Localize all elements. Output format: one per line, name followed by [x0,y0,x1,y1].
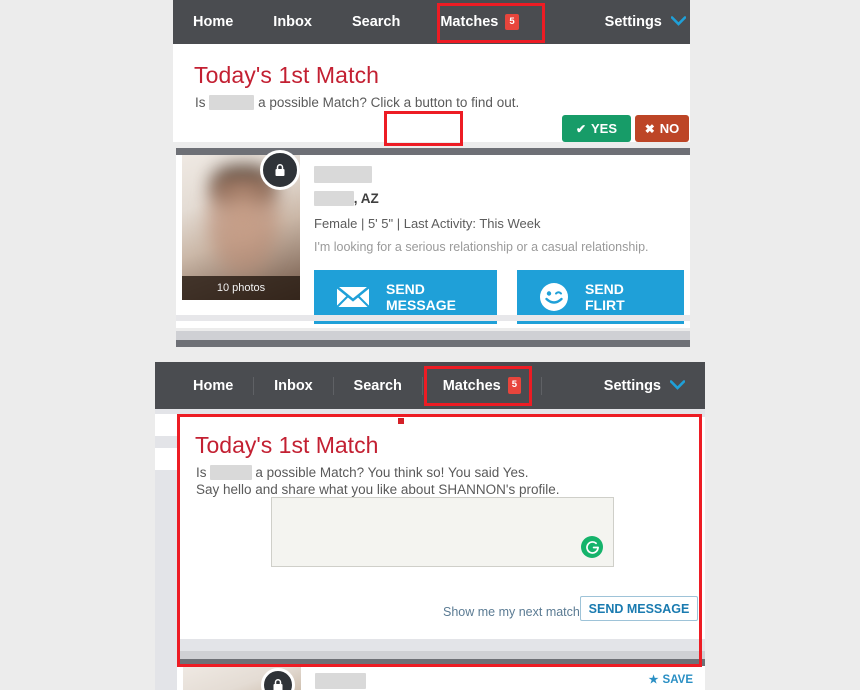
top-navigation-bar: Home Inbox Search Matches 5 Settings [173,0,690,44]
match-panel-before-answer: Home Inbox Search Matches 5 Settings Tod… [173,0,690,356]
next-profile-card-partial: ★ SAVE [177,659,705,690]
nav2-item-matches-label: Matches [442,377,501,394]
send-message-button-2[interactable]: SEND MESSAGE [580,596,698,621]
nav-item-settings[interactable]: Settings [585,0,690,44]
card-top-divider-2 [177,659,705,666]
sidebar-block [155,414,177,436]
wink-smiley-icon [539,282,569,312]
matches-count-badge-2: 5 [507,377,522,394]
panel-footer-strip [176,331,690,340]
yes-button-label: YES [591,121,618,136]
sidebar-block [155,448,177,470]
nav2-item-search[interactable]: Search [334,362,422,409]
profile-stats: Female | 5' 5" | Last Activity: This Wee… [314,216,541,231]
question-suffix: a possible Match? Click a button to find… [258,95,520,110]
no-button[interactable]: ✖ NO [635,115,689,142]
nav-item-home[interactable]: Home [173,0,253,44]
red-dot-marker [398,418,404,424]
nav-item-inbox[interactable]: Inbox [253,0,332,44]
nav2-item-settings-label: Settings [603,377,661,394]
profile-card: 10 photos , AZ Female | 5' 5" | Last Act… [176,148,690,328]
redacted-profile-name-2 [315,673,366,689]
redacted-name [209,95,255,110]
yes-button[interactable]: ✔ YES [562,115,631,142]
nav2-item-inbox[interactable]: Inbox [254,362,333,409]
save-profile-link[interactable]: ★ SAVE [648,673,693,687]
panel-footer-divider [176,340,690,347]
nav-item-matches[interactable]: Matches 5 [420,0,538,44]
check-icon: ✔ [575,121,587,136]
match-question-text: Is a possible Match? Click a button to f… [195,95,519,110]
photo-blur-face [200,177,286,285]
nav-item-matches-label: Matches [440,14,499,30]
nav-item-home-label: Home [193,14,234,30]
chevron-down-icon [670,14,687,30]
lock-icon [260,150,300,190]
nav-item-search[interactable]: Search [332,0,420,44]
nav-item-inbox-label: Inbox [273,14,312,30]
nav2-item-inbox-label: Inbox [274,377,313,394]
nav2-item-home[interactable]: Home [173,362,253,409]
nav2-item-settings[interactable]: Settings [584,362,705,409]
page-title: Today's 1st Match [194,62,380,88]
match-panel-after-yes: Home Inbox Search Matches 5 Settings Tod… [155,362,705,690]
grammarly-icon[interactable] [581,536,603,558]
card-bottom-divider [176,315,690,321]
nav2-item-matches[interactable]: Matches 5 [423,362,541,409]
photo-count-label: 10 photos [182,276,300,300]
star-icon: ★ [648,674,659,686]
match-instruction-line: Say hello and share what you like about … [196,482,560,497]
nav-item-search-label: Search [351,14,401,30]
profile-blurb: I'm looking for a serious relationship o… [314,240,649,254]
redacted-city [314,191,354,206]
redacted-name-2 [210,465,252,480]
screenshot-root: Home Inbox Search Matches 5 Settings Tod… [0,0,860,690]
match-status-line: Is a possible Match? You think so! You s… [196,465,529,480]
nav-item-settings-label: Settings [604,14,662,30]
send-message-label: SEND MESSAGE [386,280,457,313]
save-label: SAVE [662,673,693,686]
question-prefix: Is [195,95,206,110]
next-match-link[interactable]: Show me my next match [443,605,580,619]
nav2-item-search-label: Search [353,377,402,394]
profile-state: , AZ [353,191,379,206]
status-prefix: Is [196,465,207,480]
envelope-icon [336,285,370,309]
status-suffix: a possible Match? You think so! You said… [255,465,529,480]
page-title-2: Today's 1st Match [195,432,379,458]
next-profile-name[interactable] [315,673,366,690]
no-button-label: NO [659,121,680,136]
profile-location: , AZ [314,191,379,206]
card-top-divider [176,148,690,155]
matches-count-badge: 5 [505,13,519,31]
top-navigation-bar-2: Home Inbox Search Matches 5 Settings [155,362,705,409]
message-textarea[interactable] [271,497,614,567]
redacted-profile-name [314,166,373,183]
nav2-divider [541,376,542,395]
send-flirt-label: SEND FLIRT [585,280,625,313]
panel2-footer-strip [177,651,705,659]
chevron-down-icon-2 [669,378,686,394]
nav2-item-home-label: Home [193,377,234,394]
cross-icon: ✖ [644,121,655,136]
profile-name[interactable] [314,166,373,184]
